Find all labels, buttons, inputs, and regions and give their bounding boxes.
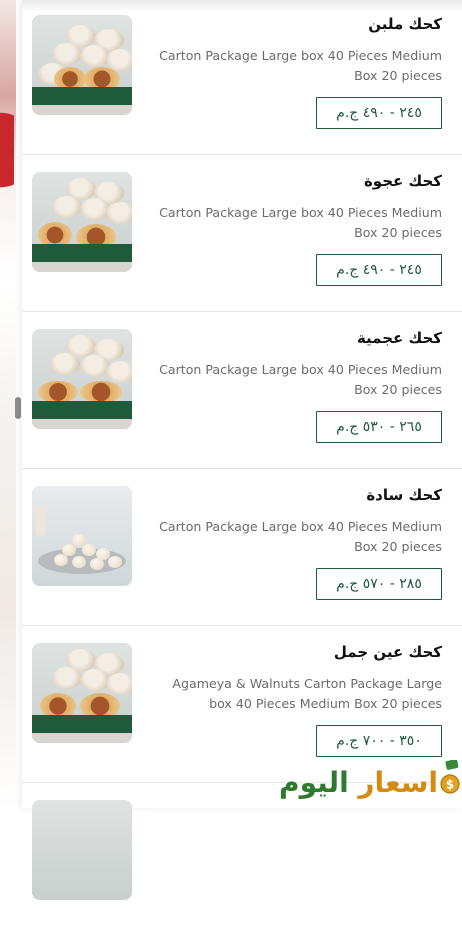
product-photo-icon[interactable]	[32, 15, 132, 115]
product-description: Carton Package Large box 40 Pieces Mediu…	[159, 48, 442, 83]
svg-text:$: $	[446, 778, 454, 792]
product-title[interactable]: كحك ملبن	[368, 15, 442, 33]
list-item[interactable]: كحك سادة Carton Package Large box 40 Pie…	[22, 469, 462, 626]
scrollbar-handle[interactable]	[15, 397, 21, 419]
product-photo-icon[interactable]	[32, 800, 132, 900]
product-description: Agameya & Walnuts Carton Package Large b…	[172, 676, 442, 711]
product-photo-icon[interactable]	[32, 486, 132, 586]
product-photo-icon[interactable]	[32, 329, 132, 429]
background-image	[0, 0, 16, 808]
list-item[interactable]: كحك ملبن Carton Package Large box 40 Pie…	[22, 0, 462, 155]
product-title[interactable]: كحك عين جمل	[334, 643, 442, 661]
money-bag-icon: $	[440, 760, 460, 794]
logo-text: اسعار اليوم	[279, 766, 438, 799]
logo-word-2: اليوم	[279, 766, 349, 799]
price-button[interactable]: ٢٦٥ - ٥٣٠ ج.م	[316, 411, 442, 443]
logo-word-1: اسعار	[358, 766, 438, 799]
price-button[interactable]: ٢٤٥ - ٤٩٠ ج.م	[316, 97, 442, 129]
product-title[interactable]: كحك عجوة	[364, 172, 442, 190]
product-title[interactable]: كحك عجمية	[357, 329, 442, 347]
background-decoration	[0, 90, 14, 210]
product-photo-icon[interactable]	[32, 643, 132, 743]
product-photo-icon[interactable]	[32, 172, 132, 272]
price-button[interactable]: ٢٨٥ - ٥٧٠ ج.م	[316, 568, 442, 600]
product-description: Carton Package Large box 40 Pieces Mediu…	[159, 205, 442, 240]
product-title[interactable]: كحك سادة	[366, 486, 442, 504]
list-item[interactable]: كحك عجمية Carton Package Large box 40 Pi…	[22, 312, 462, 469]
product-description: Carton Package Large box 40 Pieces Mediu…	[159, 519, 442, 554]
product-list-panel: كحك ملبن Carton Package Large box 40 Pie…	[22, 0, 462, 900]
price-button[interactable]: ٢٤٥ - ٤٩٠ ج.م	[316, 254, 442, 286]
list-item[interactable]: كحك عجوة Carton Package Large box 40 Pie…	[22, 155, 462, 312]
site-logo[interactable]: اسعار اليوم $	[262, 752, 462, 808]
product-description: Carton Package Large box 40 Pieces Mediu…	[159, 362, 442, 397]
